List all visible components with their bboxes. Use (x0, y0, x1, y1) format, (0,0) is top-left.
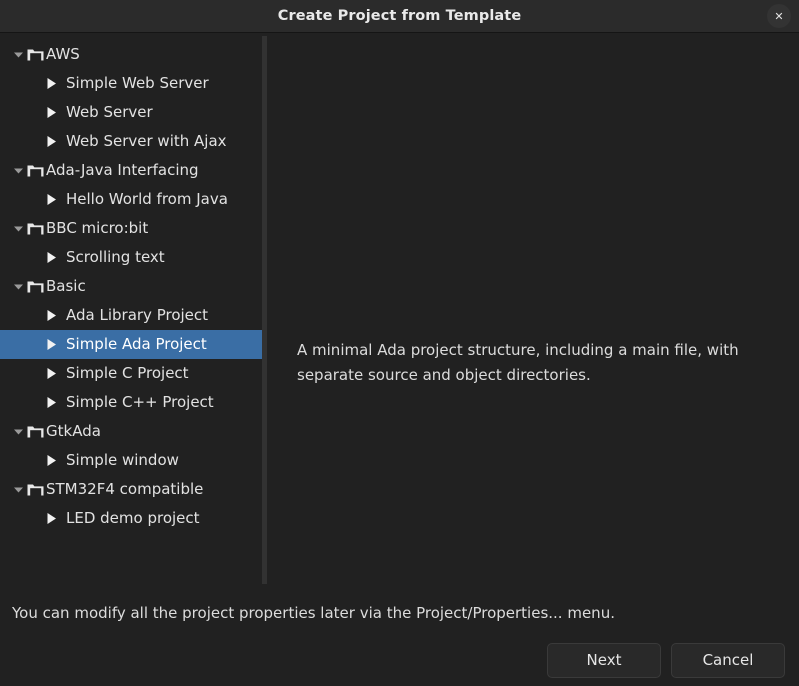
template-tree[interactable]: AWS Simple Web Server Web Server Web Server… (0, 33, 262, 592)
chevron-down-icon[interactable] (10, 272, 26, 301)
triangle-right-icon (46, 301, 62, 330)
tree-item-label: Simple Ada Project (66, 335, 207, 353)
dialog-footer: You can modify all the project propertie… (0, 592, 799, 686)
close-icon[interactable]: ✕ (767, 4, 791, 28)
chevron-down-icon[interactable] (10, 214, 26, 243)
create-project-dialog: Create Project from Template ✕ AWS Simple… (0, 0, 799, 686)
triangle-right-icon (46, 446, 62, 475)
tree-item-label: Hello World from Java (66, 190, 228, 208)
folder-icon (26, 417, 44, 446)
next-button[interactable]: Next (547, 642, 661, 678)
folder-icon (26, 156, 44, 185)
dialog-content: AWS Simple Web Server Web Server Web Server… (0, 33, 799, 592)
cancel-button[interactable]: Cancel (671, 642, 785, 678)
tree-item-label: Basic (46, 277, 86, 295)
dialog-title: Create Project from Template (277, 8, 522, 24)
chevron-down-icon[interactable] (10, 417, 26, 446)
tree-item-row[interactable]: Simple C Project (0, 359, 262, 388)
tree-group-row[interactable]: STM32F4 compatible (0, 475, 262, 504)
tree-item-label: AWS (46, 45, 80, 63)
chevron-down-icon[interactable] (10, 40, 26, 69)
chevron-down-icon[interactable] (10, 156, 26, 185)
tree-item-row[interactable]: Web Server (0, 98, 262, 127)
tree-item-label: STM32F4 compatible (46, 480, 204, 498)
tree-item-label: Web Server with Ajax (66, 132, 227, 150)
tree-item-label: Ada-Java Interfacing (46, 161, 199, 179)
tree-group-row[interactable]: Ada-Java Interfacing (0, 156, 262, 185)
triangle-right-icon (46, 388, 62, 417)
tree-item-label: GtkAda (46, 422, 101, 440)
button-bar: Next Cancel (0, 634, 799, 686)
triangle-right-icon (46, 330, 62, 359)
folder-icon (26, 475, 44, 504)
tree-item-label: BBC micro:bit (46, 219, 149, 237)
tree-item-row[interactable]: Simple C++ Project (0, 388, 262, 417)
triangle-right-icon (46, 243, 62, 272)
tree-item-label: Simple C Project (66, 364, 189, 382)
footer-note: You can modify all the project propertie… (12, 604, 615, 622)
triangle-right-icon (46, 359, 62, 388)
triangle-right-icon (46, 98, 62, 127)
tree-item-label: Scrolling text (66, 248, 165, 266)
tree-item-row[interactable]: Simple Web Server (0, 69, 262, 98)
tree-item-row[interactable]: Simple Ada Project (0, 330, 262, 359)
tree-item-row[interactable]: Hello World from Java (0, 185, 262, 214)
tree-group-row[interactable]: GtkAda (0, 417, 262, 446)
tree-group-row[interactable]: AWS (0, 40, 262, 69)
title-bar: Create Project from Template ✕ (0, 0, 799, 33)
tree-item-row[interactable]: Ada Library Project (0, 301, 262, 330)
triangle-right-icon (46, 69, 62, 98)
template-description: A minimal Ada project structure, includi… (297, 341, 739, 384)
folder-icon (26, 272, 44, 301)
tree-item-row[interactable]: Scrolling text (0, 243, 262, 272)
triangle-right-icon (46, 504, 62, 533)
description-pane: A minimal Ada project structure, includi… (267, 33, 799, 592)
triangle-right-icon (46, 185, 62, 214)
tree-item-label: Ada Library Project (66, 306, 209, 324)
chevron-down-icon[interactable] (10, 475, 26, 504)
tree-item-label: LED demo project (66, 509, 200, 527)
tree-group-row[interactable]: Basic (0, 272, 262, 301)
tree-item-label: Web Server (66, 103, 153, 121)
tree-item-row[interactable]: LED demo project (0, 504, 262, 533)
tree-item-label: Simple Web Server (66, 74, 209, 92)
tree-item-label: Simple window (66, 451, 179, 469)
triangle-right-icon (46, 127, 62, 156)
folder-icon (26, 40, 44, 69)
tree-group-row[interactable]: BBC micro:bit (0, 214, 262, 243)
tree-item-row[interactable]: Simple window (0, 446, 262, 475)
folder-icon (26, 214, 44, 243)
tree-item-row[interactable]: Web Server with Ajax (0, 127, 262, 156)
tree-item-label: Simple C++ Project (66, 393, 214, 411)
